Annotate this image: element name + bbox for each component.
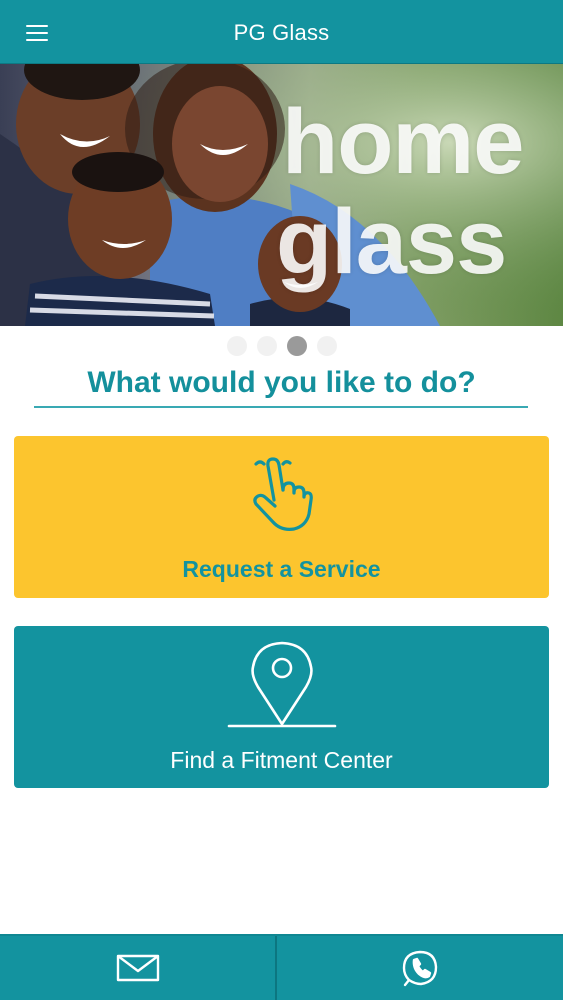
banner-text-glass: glass <box>276 191 507 293</box>
carousel-dot-1[interactable] <box>226 336 247 356</box>
carousel-dot-4[interactable] <box>316 336 337 356</box>
action-prompt-heading: What would you like to do? <box>87 366 476 399</box>
find-fitment-center-button[interactable]: Find a Fitment Center <box>14 626 549 788</box>
request-service-label: Request a Service <box>182 556 381 582</box>
app-header: PG Glass <box>0 0 563 64</box>
heading-underline <box>34 406 528 408</box>
phone-icon <box>402 950 438 987</box>
call-button[interactable] <box>277 936 563 1000</box>
carousel-dot-2[interactable] <box>256 336 277 356</box>
carousel-dot-3-active[interactable] <box>286 336 307 356</box>
app-screen: PG Glass home glass What would you like … <box>0 0 563 1000</box>
location-pin-icon <box>227 641 336 728</box>
pointing-hand-icon <box>252 457 313 531</box>
request-service-button[interactable]: Request a Service <box>14 436 549 598</box>
app-title: PG Glass <box>233 20 330 45</box>
banner-text-home: home <box>282 91 524 193</box>
email-button[interactable] <box>0 936 275 1000</box>
mail-icon <box>116 954 159 982</box>
find-fitment-center-label: Find a Fitment Center <box>170 747 393 773</box>
carousel-indicators <box>0 336 563 356</box>
hero-banner[interactable]: home glass <box>0 64 563 326</box>
bottom-action-bar <box>0 934 563 1000</box>
